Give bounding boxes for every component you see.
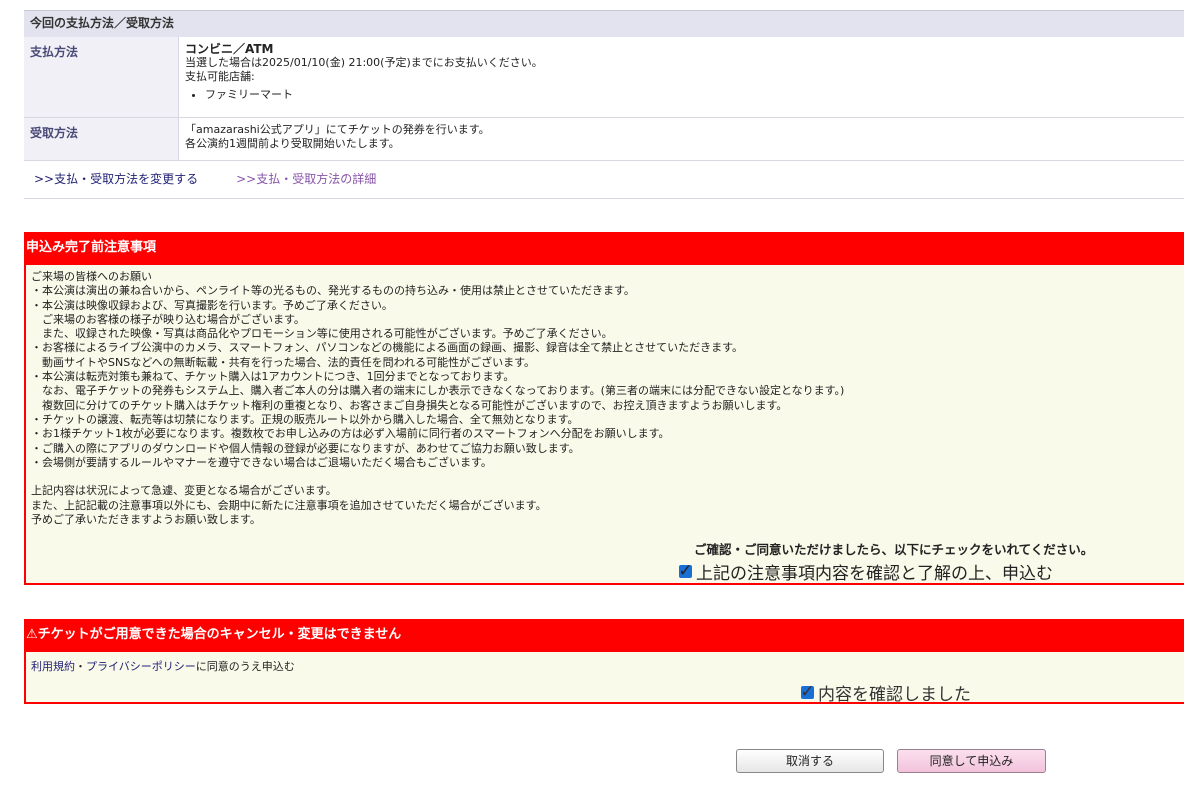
notice-line: ・お客様によるライブ公演中のカメラ、スマートフォン、パソコンなどの機能による画面… [31,341,744,355]
confirm-prompt: ご確認・ご同意いただけましたら、以下にチェックをいれてください。 [694,542,1094,557]
terms-agreement-text: 利用規約・プライバシーポリシーに同意のうえ申込む [26,652,1184,674]
notice-spacer [31,470,1184,484]
notice-header: 申込み完了前注意事項 [26,234,1184,265]
agree-and-apply-button[interactable]: 同意して申込み [897,749,1046,773]
payment-stores-list: ファミリーマート [185,88,1184,102]
payment-section: 今回の支払方法／受取方法 支払方法 コンビニ／ATM 当選した場合は2025/0… [24,10,1184,199]
cancel-confirm-checkbox-row[interactable]: ✓ 内容を確認しました [800,680,971,706]
notice-agree-label[interactable]: 上記の注意事項内容を確認と了解の上、申込む [696,559,1053,584]
payment-method-row: 支払方法 コンビニ／ATM 当選した場合は2025/01/10(金) 21:00… [24,37,1184,118]
cancel-confirm-label[interactable]: 内容を確認しました [818,680,971,705]
notice-body: ご来場の皆様へのお願い ・本公演は演出の兼ね合いから、ペンライト等の光るもの、発… [26,265,1184,527]
cancel-policy-box: ⚠チケットがご用意できた場合のキャンセル・変更はできません 利用規約・プライバシ… [24,619,1184,706]
pre-application-notice: 申込み完了前注意事項 ご来場の皆様へのお願い ・本公演は演出の兼ね合いから、ペン… [24,232,1184,585]
privacy-policy-link[interactable]: プライバシーポリシー [86,660,196,673]
payment-links: >>支払・受取方法を変更する >>支払・受取方法の詳細 [24,161,1184,195]
payment-method-detail-link[interactable]: >>支払・受取方法の詳細 [236,170,376,187]
notice-line: ・本公演は演出の兼ね合いから、ペンライト等の光るもの、発光するものの持ち込み・使… [31,284,635,298]
change-payment-method-link[interactable]: >>支払・受取方法を変更する [34,170,198,187]
cancel-button[interactable]: 取消する [736,749,884,773]
notice-line: ・本公演は転売対策も兼ねて、チケット購入は1アカウントにつき、1回分までとなって… [31,370,515,384]
notice-line: ・本公演は映像収録および、写真撮影を行います。予めご了承ください。 [31,298,393,312]
notice-line: なお、電子チケットの発券もシステム上、購入者ご本人の分は購入者の端末にしか表示で… [31,384,845,398]
payment-stores-label: 支払可能店舗: [185,70,255,83]
notice-line: 複数回に分けてのチケット購入はチケット権利の重複となり、お客さまご自身損失となる… [31,398,788,412]
notice-line: ご来場のお客様の様子が映り込む場合がございます。 [31,312,305,326]
notice-line: また、収録された映像・写真は商品化やプロモーション等に使用される可能性がございま… [31,327,613,341]
receive-method-line1: 「amazarashi公式アプリ」にてチケットの発券を行います。 [185,123,490,136]
terms-agree-suffix: に同意のうえ申込む [195,660,295,673]
terms-separator: ・ [75,660,86,673]
receive-method-label: 受取方法 [24,118,178,160]
payment-deadline: 当選した場合は2025/01/10(金) 21:00(予定)までにお支払いくださ… [185,56,543,69]
notice-line: ・ご購入の際にアプリのダウンロードや個人情報の登録が必要になりますが、あわせてご… [31,441,580,455]
notice-line: ・チケットの譲渡、転売等は切禁になります。正規の販売ルート以外から購入した場合、… [31,412,579,426]
payment-method-label: 支払方法 [24,37,178,117]
payment-method-name: コンビニ／ATM [185,42,274,56]
cancel-confirm-checkbox[interactable]: ✓ [800,684,814,701]
receive-method-row: 受取方法 「amazarashi公式アプリ」にてチケットの発券を行います。 各公… [24,118,1184,161]
notice-agree-checkbox-row[interactable]: ✓ 上記の注意事項内容を確認と了解の上、申込む [678,559,1053,585]
payment-store-item: ファミリーマート [205,88,1184,102]
notice-line: ・お1様チケット1枚が必要になります。複数枚でお申し込みの方は必ず入場前に同行者… [31,427,670,441]
notice-line: また、上記記載の注意事項以外にも、会期中に新たに注意事項を追加させていただく場合… [31,498,547,512]
notice-line: 動画サイトやSNSなどへの無断転載・共有を行った場合、法的責任を問われる可能性が… [31,355,535,369]
payment-section-header: 今回の支払方法／受取方法 [24,10,1184,37]
cancel-policy-header: ⚠チケットがご用意できた場合のキャンセル・変更はできません [26,621,1184,652]
notice-line: ご来場の皆様へのお願い [31,270,152,283]
receive-method-line2: 各公演約1週間前より受取開始いたします。 [185,137,400,150]
payment-method-value: コンビニ／ATM 当選した場合は2025/01/10(金) 21:00(予定)ま… [178,37,1184,117]
notice-line: ・会場側が要請するルールやマナーを遵守できない場合はご退場いただく場合もございま… [31,455,492,469]
terms-of-use-link[interactable]: 利用規約 [31,660,75,673]
notice-line: 予めご了承いただきますようお願い致します。 [31,513,261,527]
notice-agree-checkbox[interactable]: ✓ [678,563,692,580]
notice-line: 上記内容は状況によって急遽、変更となる場合がございます。 [31,484,337,498]
receive-method-value: 「amazarashi公式アプリ」にてチケットの発券を行います。 各公演約1週間… [178,118,1184,160]
